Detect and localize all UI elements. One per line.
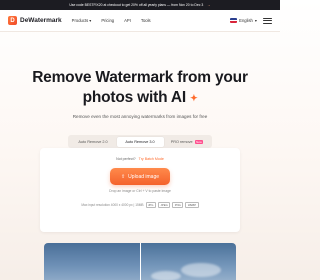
- after-image: [140, 243, 236, 280]
- mode-tabs: Auto Remove 2.0 Auto Remove 3.0 PRO remo…: [68, 135, 212, 148]
- hint-text: Not perfect?: [116, 157, 136, 161]
- nav-tools[interactable]: Tools: [141, 18, 151, 23]
- logo[interactable]: D DeWatermark: [8, 16, 62, 25]
- arrow-right-icon: →: [207, 3, 211, 7]
- upload-icon: ⇧: [120, 173, 126, 180]
- nav-products[interactable]: Products ▾: [72, 18, 92, 23]
- title-line-2: photos with AI ✦: [82, 89, 198, 106]
- hamburger-menu-icon[interactable]: [263, 17, 272, 25]
- tab-auto-remove-2[interactable]: Auto Remove 2.0: [70, 137, 117, 147]
- resolution-limit: Max input resolution 4000 x 4000 px | 15…: [81, 203, 144, 207]
- new-badge: New: [194, 139, 204, 144]
- promo-banner[interactable]: Use code BESTFIX20 at checkout to get 20…: [0, 0, 280, 10]
- before-after-preview[interactable]: [44, 243, 236, 280]
- upload-card: Not perfect? Try Batch Mode ⇧ Upload ima…: [40, 148, 240, 232]
- sparkle-icon: ✦: [190, 93, 198, 103]
- before-image: [44, 243, 140, 280]
- hero: Remove Watermark from your photos with A…: [0, 32, 280, 119]
- chevron-down-icon: ▾: [89, 18, 92, 23]
- nav-products-label: Products: [71, 18, 89, 23]
- language-label: English: [239, 18, 253, 23]
- nav-links: Products ▾ Pricing API Tools: [72, 18, 151, 23]
- drop-hint: Drop an image or Ctrl + V to paste image: [109, 189, 171, 193]
- subtitle: Remove even the most annoying watermarks…: [72, 114, 208, 119]
- tab-auto-remove-3[interactable]: Auto Remove 3.0: [116, 136, 164, 147]
- chevron-down-icon: ▾: [254, 18, 257, 23]
- uk-flag-icon: [230, 18, 238, 23]
- format-badge: PNG: [172, 202, 184, 208]
- logo-text: DeWatermark: [20, 17, 62, 24]
- nav-pricing[interactable]: Pricing: [101, 18, 114, 23]
- promo-text: Use code BESTFIX20 at checkout to get 20…: [69, 3, 204, 7]
- hint-row: Not perfect? Try Batch Mode: [40, 157, 240, 161]
- navbar: D DeWatermark Products ▾ Pricing API Too…: [0, 10, 280, 32]
- page-title: Remove Watermark from your photos with A…: [0, 68, 280, 108]
- batch-mode-link[interactable]: Try Batch Mode: [139, 157, 164, 161]
- limits-row: Max input resolution 4000 x 4000 px | 15…: [40, 202, 240, 208]
- format-badge: JPEG: [157, 202, 171, 208]
- format-badge: JPG: [145, 202, 156, 208]
- format-badge: WEBP: [185, 202, 199, 208]
- title-line-1: Remove Watermark from your: [32, 69, 248, 86]
- tab-pro-remove[interactable]: PRO remove New: [164, 137, 211, 147]
- logo-icon: D: [8, 16, 17, 25]
- upload-button-label: Upload image: [128, 173, 160, 180]
- language-selector[interactable]: English ▾: [230, 18, 257, 23]
- upload-image-button[interactable]: ⇧ Upload image: [110, 168, 170, 185]
- nav-api[interactable]: API: [124, 18, 131, 23]
